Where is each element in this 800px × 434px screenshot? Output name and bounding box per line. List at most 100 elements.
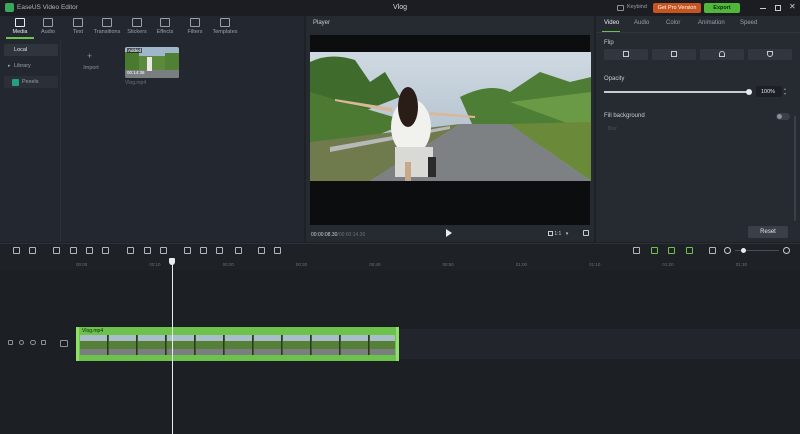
timeline-clip[interactable]: Vlog.mp4 xyxy=(76,327,399,361)
import-tile[interactable]: + Import xyxy=(68,48,114,78)
transitions-icon xyxy=(102,18,112,27)
opacity-slider-handle[interactable] xyxy=(746,88,752,95)
text-overlay-icon[interactable] xyxy=(127,247,134,254)
tab-effects[interactable]: Effects xyxy=(150,18,180,35)
rotate-right-button[interactable] xyxy=(748,49,792,60)
trim-right-icon[interactable] xyxy=(86,247,93,254)
ruler-tick-label: 00:20 xyxy=(222,262,234,267)
voiceover-icon[interactable] xyxy=(258,247,265,254)
crop-icon[interactable] xyxy=(184,247,191,254)
track-type-icon xyxy=(60,340,68,347)
props-tab-audio[interactable]: Audio xyxy=(634,20,649,26)
fit-timeline-icon[interactable] xyxy=(709,247,716,254)
effects-icon xyxy=(160,18,170,27)
keybind-label[interactable]: Keybind xyxy=(627,4,647,10)
zoom-slider-track[interactable] xyxy=(735,248,779,253)
player-panel: Player 00:00:08.30/00:00:14.36 1:1 ▾ xyxy=(306,16,594,242)
media-clip-tile[interactable]: Added 00:14:36 xyxy=(125,47,179,78)
nav-pexels[interactable]: Pexels xyxy=(4,76,58,88)
rotate-left-button[interactable] xyxy=(700,49,744,60)
export-button[interactable]: Export xyxy=(704,3,740,13)
snap-icon[interactable] xyxy=(633,247,640,254)
maximize-icon[interactable] xyxy=(775,5,781,11)
fill-background-label: Fill background xyxy=(604,113,645,119)
props-tab-bar: Video Audio Color Animation Speed xyxy=(596,16,800,32)
tab-label: Effects xyxy=(156,29,174,35)
ruler-tick-label: 00:40 xyxy=(369,262,381,267)
mosaic-icon[interactable] xyxy=(144,247,151,254)
opacity-value: 100% xyxy=(761,88,776,95)
link-icon[interactable] xyxy=(651,247,658,254)
tab-transitions[interactable]: Transitions xyxy=(92,18,122,35)
props-tab-animation[interactable]: Animation xyxy=(698,20,725,26)
tab-media[interactable]: Media xyxy=(5,18,35,35)
props-tab-color[interactable]: Color xyxy=(666,20,680,26)
tab-audio[interactable]: Audio xyxy=(33,18,63,35)
tab-templates[interactable]: Templates xyxy=(210,18,240,35)
color-picker-icon[interactable] xyxy=(274,247,281,254)
fit-icon[interactable] xyxy=(235,247,242,254)
zoom-slider-handle[interactable] xyxy=(741,248,746,253)
flip-horizontal-button[interactable] xyxy=(604,49,648,60)
tab-label: Audio xyxy=(40,29,56,35)
nav-library[interactable]: ▸ Library xyxy=(4,60,58,72)
fill-background-toggle[interactable] xyxy=(776,113,790,120)
trim-left-icon[interactable] xyxy=(70,247,77,254)
delete-icon[interactable] xyxy=(102,247,109,254)
zoom-out-icon[interactable] xyxy=(724,247,731,254)
minimize-icon[interactable] xyxy=(760,8,766,9)
opacity-slider-track[interactable] xyxy=(604,88,752,95)
nav-pexels-label: Pexels xyxy=(22,79,39,85)
fullscreen-icon[interactable] xyxy=(583,230,589,236)
detach-audio-icon[interactable] xyxy=(668,247,675,254)
track-lock-icon[interactable] xyxy=(8,340,13,345)
ruler-tick-label: 00:50 xyxy=(442,262,454,267)
undo-icon[interactable] xyxy=(13,247,20,254)
props-scrollbar[interactable] xyxy=(794,116,796,221)
clip-duration: 00:14:36 xyxy=(127,70,145,75)
split-icon[interactable] xyxy=(53,247,60,254)
title-bar: EaseUS Video Editor Vlog Keybind Get Pro… xyxy=(0,0,800,16)
clip-left-handle[interactable] xyxy=(76,327,79,361)
zoom-in-icon[interactable] xyxy=(783,247,790,254)
track-visibility-icon[interactable] xyxy=(19,340,24,345)
timeline-ruler[interactable] xyxy=(0,258,800,270)
keybind-icon[interactable] xyxy=(617,5,624,11)
toggle-knob xyxy=(777,114,782,119)
get-pro-button[interactable]: Get Pro Version xyxy=(653,3,701,13)
rotate-right-icon xyxy=(767,51,773,57)
filmstrip-frame xyxy=(254,335,282,355)
tab-stickers[interactable]: Stickers xyxy=(122,18,152,35)
freeze-icon[interactable] xyxy=(160,247,167,254)
flip-vertical-button[interactable] xyxy=(652,49,696,60)
aspect-ratio-selector[interactable]: 1:1 ▾ xyxy=(548,231,568,237)
properties-panel: Video Audio Color Animation Speed Flip Opaci… xyxy=(596,16,800,242)
props-tab-speed[interactable]: Speed xyxy=(740,20,757,26)
clip-right-handle[interactable] xyxy=(396,327,399,361)
templates-icon xyxy=(220,18,230,27)
reset-button[interactable]: Reset xyxy=(748,226,788,238)
opacity-stepper-icon[interactable]: ▴ ▾ xyxy=(784,86,786,96)
play-button[interactable] xyxy=(446,229,452,237)
props-tab-video[interactable]: Video xyxy=(604,20,619,26)
filmstrip-frame xyxy=(80,335,108,355)
total-time-value: 00:00:14.36 xyxy=(338,232,366,238)
clip-filmstrip xyxy=(80,335,395,355)
track-mute-icon[interactable] xyxy=(41,340,46,345)
clip-added-badge: Added xyxy=(127,48,143,53)
opacity-value-box[interactable]: 100% xyxy=(756,86,782,97)
speed-icon[interactable] xyxy=(200,247,207,254)
audio-icon[interactable] xyxy=(686,247,693,254)
tab-filters[interactable]: Filters xyxy=(180,18,210,35)
ruler-tick-label: 00:00 xyxy=(76,262,88,267)
tab-text[interactable]: Text xyxy=(63,18,93,35)
nav-local[interactable]: Local xyxy=(4,44,58,56)
close-icon[interactable]: ✕ xyxy=(789,3,796,11)
track-eye-icon[interactable] xyxy=(30,340,36,345)
rotate-icon[interactable] xyxy=(216,247,223,254)
props-divider xyxy=(596,32,800,33)
ruler-tick-label: 01:10 xyxy=(589,262,601,267)
ruler-tick-label: 01:30 xyxy=(735,262,747,267)
redo-icon[interactable] xyxy=(29,247,36,254)
tab-label: Filters xyxy=(187,29,203,35)
